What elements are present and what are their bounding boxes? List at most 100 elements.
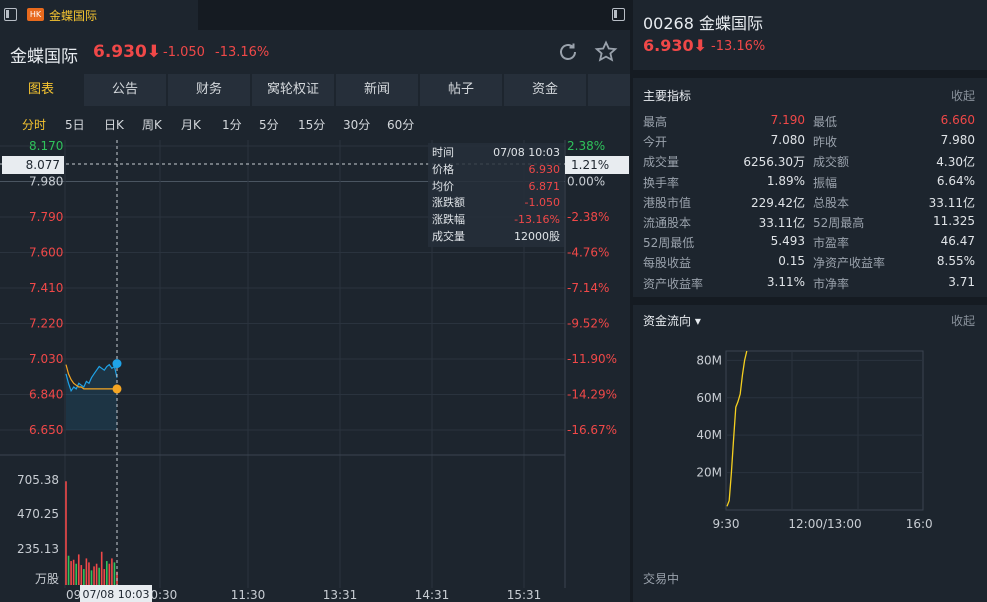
flow-plot-frame: [725, 350, 924, 511]
period-intraday[interactable]: 分时: [22, 114, 46, 136]
metric-value: 3.71: [948, 274, 975, 289]
volume-bar: [65, 481, 67, 585]
volume-bar: [72, 559, 75, 585]
price-tick-label: 6.650: [29, 423, 63, 437]
flow-y-tick-label: 60M: [696, 391, 722, 405]
price-tick-label: 7.030: [29, 352, 63, 366]
metric-value: 6.64%: [936, 173, 975, 188]
refresh-icon[interactable]: [556, 40, 580, 64]
volume-tick-label: 470.25: [17, 507, 59, 521]
detail-change-pct: -13.16%: [711, 39, 766, 54]
metric-label: 市盈率: [813, 236, 850, 251]
metrics-title: 主要指标: [643, 89, 692, 103]
volume-bar: [113, 562, 116, 585]
metric-label: 振幅: [813, 175, 838, 190]
tab-warrants[interactable]: 窝轮权证: [252, 74, 334, 106]
period-5min[interactable]: 5分: [259, 114, 279, 136]
pct-tick-label: -2.38%: [567, 210, 609, 224]
pct-tick-label: 2.38%: [567, 139, 605, 153]
volume-bar: [88, 562, 90, 585]
tab-bar: HK 金蝶国际: [0, 0, 630, 30]
period-weekly[interactable]: 周K: [142, 114, 162, 136]
stock-code-name: 00268 金蝶国际: [643, 14, 763, 33]
flow-y-tick-label: 80M: [696, 353, 722, 367]
period-5day[interactable]: 5日: [65, 114, 85, 136]
trading-status: 交易中: [643, 572, 680, 586]
metric-label: 最高: [643, 115, 668, 129]
tooltip-label: 涨跌额: [432, 196, 465, 210]
tab-title: 金蝶国际: [49, 9, 98, 23]
section-nav: 图表 公告 财务 窝轮权证 新闻 帖子 资金: [0, 74, 630, 107]
metric-value: 6256.30万: [743, 155, 805, 170]
tooltip-row-change-pct: 涨跌幅 -13.16%: [432, 212, 560, 229]
stock-name: 金蝶国际: [10, 47, 78, 67]
pct-tick-label: -14.29%: [567, 388, 617, 402]
flow-y-tick-label: 20M: [696, 466, 722, 480]
volume-bar: [98, 567, 100, 585]
metrics-collapse-button[interactable]: 收起: [951, 87, 975, 104]
metric-label: 成交量: [643, 155, 680, 170]
tab-more[interactable]: [588, 74, 630, 106]
period-60min[interactable]: 60分: [387, 114, 414, 136]
volume-bar: [90, 570, 93, 585]
favorite-star-icon[interactable]: [594, 40, 618, 64]
metric-value: 0.15: [778, 254, 805, 269]
price-tick-label: 7.790: [29, 210, 63, 224]
flow-y-tick-label: 40M: [696, 428, 722, 442]
crosshair-time-label: 07/08 10:03: [83, 588, 150, 601]
volume-bar: [70, 561, 72, 585]
price-area-fill: [66, 364, 117, 430]
pct-tick-label: -16.67%: [567, 423, 617, 437]
tooltip-row-avg: 均价 6.871: [432, 179, 560, 196]
panel-toggle-icon[interactable]: [612, 8, 625, 21]
metric-value: 3.11%: [766, 274, 805, 289]
stock-price: 6.930⬇: [93, 42, 162, 62]
sidebar-toggle-icon[interactable]: [4, 8, 17, 21]
capital-flow-title[interactable]: 资金流向 ▾: [643, 312, 701, 329]
tab-posts[interactable]: 帖子: [420, 74, 502, 106]
volume-bar: [67, 555, 70, 585]
tooltip-value: 6.930: [528, 162, 561, 176]
tab-news[interactable]: 新闻: [336, 74, 418, 106]
volume-bar: [106, 561, 108, 585]
tooltip-value: 07/08 10:03: [493, 146, 560, 159]
section-divider: [633, 297, 987, 305]
tooltip-label: 均价: [432, 179, 454, 193]
period-30min[interactable]: 30分: [343, 114, 370, 136]
period-selector: 分时 5日 日K 周K 月K 1分 5分 15分 30分 60分: [0, 114, 630, 136]
metric-value: 33.11亿: [928, 195, 975, 210]
period-15min[interactable]: 15分: [298, 114, 325, 136]
volume-bar: [100, 551, 103, 585]
metric-value: 5.493: [770, 234, 805, 249]
tab-financials[interactable]: 财务: [168, 74, 250, 106]
metric-label: 52周最高: [813, 216, 865, 230]
flow-x-tick-label: 9:30: [713, 517, 740, 531]
period-monthly[interactable]: 月K: [181, 114, 201, 136]
metric-value: 46.47: [940, 234, 975, 249]
metric-label: 换手率: [643, 175, 680, 190]
period-daily[interactable]: 日K: [104, 114, 124, 136]
tab-capital[interactable]: 资金: [504, 74, 586, 106]
tab-announcements[interactable]: 公告: [84, 74, 166, 106]
flow-x-tick-label: 16:00: [906, 517, 933, 531]
metric-label: 今开: [643, 135, 668, 150]
time-tick-label: 15:31: [507, 588, 542, 602]
metric-label: 最低: [813, 115, 838, 129]
volume-bar: [108, 563, 111, 585]
price-tick-label: 7.220: [29, 317, 63, 331]
metric-label: 流通股本: [643, 216, 692, 230]
tab-chart[interactable]: 图表: [0, 74, 82, 106]
metric-value: 8.55%: [936, 254, 975, 269]
capital-flow-collapse-button[interactable]: 收起: [951, 312, 975, 329]
period-1min[interactable]: 1分: [222, 114, 242, 136]
price-tick-label: 8.170: [29, 139, 63, 153]
volume-tick-label: 235.13: [17, 542, 59, 556]
crosshair-pct-label: 1.21%: [571, 158, 609, 172]
tooltip-value: -13.16%: [514, 213, 560, 227]
chart-panel: HK 金蝶国际 金蝶国际 6.930⬇ -1.050 -13.16% 图表 公告…: [0, 0, 630, 602]
metric-label: 总股本: [813, 195, 850, 210]
price-cursor-dot: [112, 359, 122, 369]
tab-kingdee[interactable]: HK 金蝶国际: [0, 0, 198, 30]
flow-x-tick-label: 12:00/13:00: [788, 517, 861, 531]
volume-bar: [93, 566, 95, 585]
